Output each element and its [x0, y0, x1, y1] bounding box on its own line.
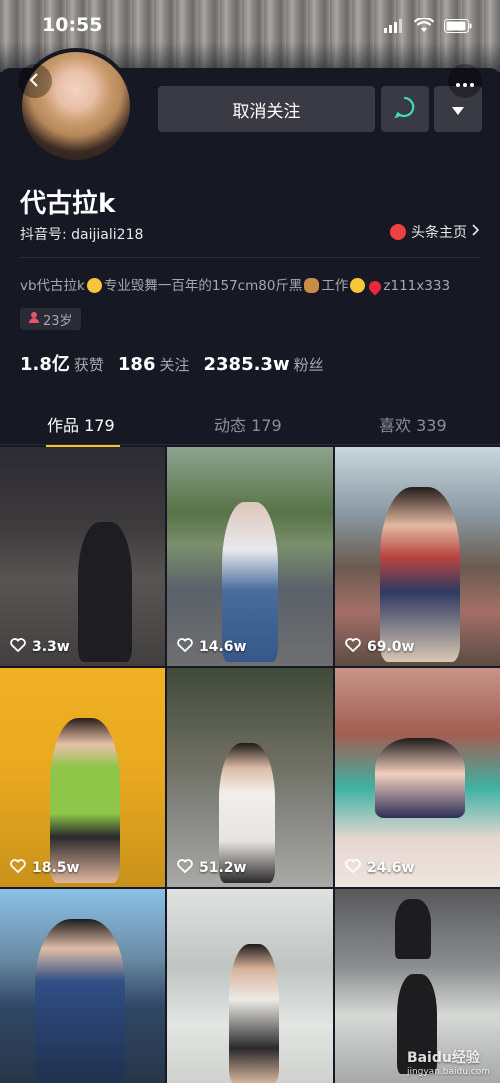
watermark-url: jingyan.baidu.com [406, 1067, 490, 1077]
video-thumbnail[interactable]: 69.0w [335, 447, 500, 666]
baidu-watermark: Baidu经验 jingyan.baidu.com [407, 1047, 490, 1077]
chat-bubble-icon [394, 96, 416, 122]
likes-count: 3.3w [32, 639, 70, 655]
bio-part-4: z111x333 [383, 278, 451, 294]
signal-icon [384, 18, 404, 33]
triangle-down-icon [452, 100, 464, 119]
stat-value: 1.8亿 [20, 354, 70, 375]
cat-emoji-icon [304, 278, 320, 293]
bio: vb代古拉k 专业毁舞一百年的157cm80斤黑 工作 z111x333 [20, 274, 451, 296]
likes-count: 51.2w [199, 860, 247, 876]
stat-label: 粉丝 [293, 356, 324, 374]
toutiao-homepage-link[interactable]: 头条主页 [390, 222, 480, 242]
likes-count: 18.5w [32, 860, 80, 876]
profile-stats: 1.8亿 获赞 186 关注 2385.3w 粉丝 [20, 350, 324, 376]
tab-works[interactable]: 作品 179 [47, 412, 115, 436]
back-button[interactable] [18, 64, 52, 98]
video-person [35, 919, 125, 1083]
video-likes: 51.2w [177, 859, 246, 877]
heart-outline-icon [10, 638, 26, 656]
douyin-id: 抖音号: daijiali218 [20, 227, 144, 243]
video-thumbnail[interactable] [0, 889, 165, 1083]
video-thumbnail[interactable]: 3.3w [0, 447, 165, 666]
more-dots-icon [456, 72, 474, 91]
stat-value: 2385.3w [203, 354, 290, 375]
video-thumbnail[interactable]: Baidu经验 jingyan.baidu.com [335, 889, 500, 1083]
likes-count: 14.6w [199, 639, 247, 655]
age-label: 23岁 [43, 313, 73, 329]
content-tabs: 作品 179 动态 179 喜欢 339 [0, 404, 500, 447]
stat-label: 获赞 [73, 356, 104, 374]
unfollow-button[interactable]: 取消关注 [158, 86, 375, 132]
video-thumbnail[interactable]: 18.5w [0, 668, 165, 887]
video-person [380, 487, 460, 662]
bio-part-2: 专业毁舞一百年的157cm80斤黑 [103, 278, 303, 294]
status-time: 10:55 [42, 14, 103, 36]
more-button[interactable] [448, 64, 482, 98]
heart-emoji-icon [366, 278, 384, 296]
stat-likes: 1.8亿 获赞 [20, 350, 104, 376]
likes-count: 69.0w [367, 639, 415, 655]
bio-part-3: 工作 [321, 278, 349, 294]
video-likes: 3.3w [10, 638, 70, 656]
wifi-icon [414, 18, 434, 33]
video-likes: 69.0w [345, 638, 414, 656]
chevron-right-icon [472, 224, 480, 240]
stat-value: 186 [117, 354, 156, 375]
video-likes: 14.6w [177, 638, 246, 656]
profile-page: 10:55 取消关注 代古拉k 抖音号: daijiali218 头条主页 vb… [0, 0, 500, 1083]
tabs-divider [0, 444, 500, 445]
toutiao-logo-icon [390, 224, 406, 240]
video-person [78, 522, 132, 662]
video-person [229, 944, 279, 1083]
battery-icon [444, 18, 472, 33]
video-thumbnail[interactable] [167, 889, 333, 1083]
smile-emoji-icon [350, 278, 366, 293]
video-likes: 18.5w [10, 859, 79, 877]
tab-likes[interactable]: 喜欢 339 [379, 412, 447, 436]
profile-divider [20, 257, 480, 258]
tab-activity[interactable]: 动态 179 [214, 412, 282, 436]
video-thumbnail[interactable]: 24.6w [335, 668, 500, 887]
stat-following[interactable]: 186 关注 [118, 354, 190, 375]
status-bar: 10:55 [0, 0, 500, 52]
message-button[interactable] [381, 86, 429, 132]
toutiao-homepage-label: 头条主页 [411, 225, 467, 241]
video-person [375, 738, 465, 818]
video-thumbnail[interactable]: 14.6w [167, 447, 333, 666]
heart-outline-icon [177, 859, 193, 877]
heart-outline-icon [345, 859, 361, 877]
video-person [395, 899, 431, 959]
video-thumbnail[interactable]: 51.2w [167, 668, 333, 887]
laughing-emoji-icon [86, 278, 102, 293]
heart-outline-icon [10, 859, 26, 877]
heart-outline-icon [177, 638, 193, 656]
likes-count: 24.6w [367, 860, 415, 876]
profile-name: 代古拉k [20, 189, 116, 219]
watermark-brand: Baidu经验 [406, 1050, 480, 1066]
bio-part-1: vb代古拉k [20, 278, 85, 294]
age-tag: 23岁 [20, 308, 81, 330]
heart-outline-icon [345, 638, 361, 656]
chevron-left-icon [28, 72, 42, 91]
video-likes: 24.6w [345, 859, 414, 877]
stat-label: 关注 [159, 356, 190, 374]
stat-followers[interactable]: 2385.3w 粉丝 [204, 354, 324, 375]
female-icon [28, 311, 40, 327]
